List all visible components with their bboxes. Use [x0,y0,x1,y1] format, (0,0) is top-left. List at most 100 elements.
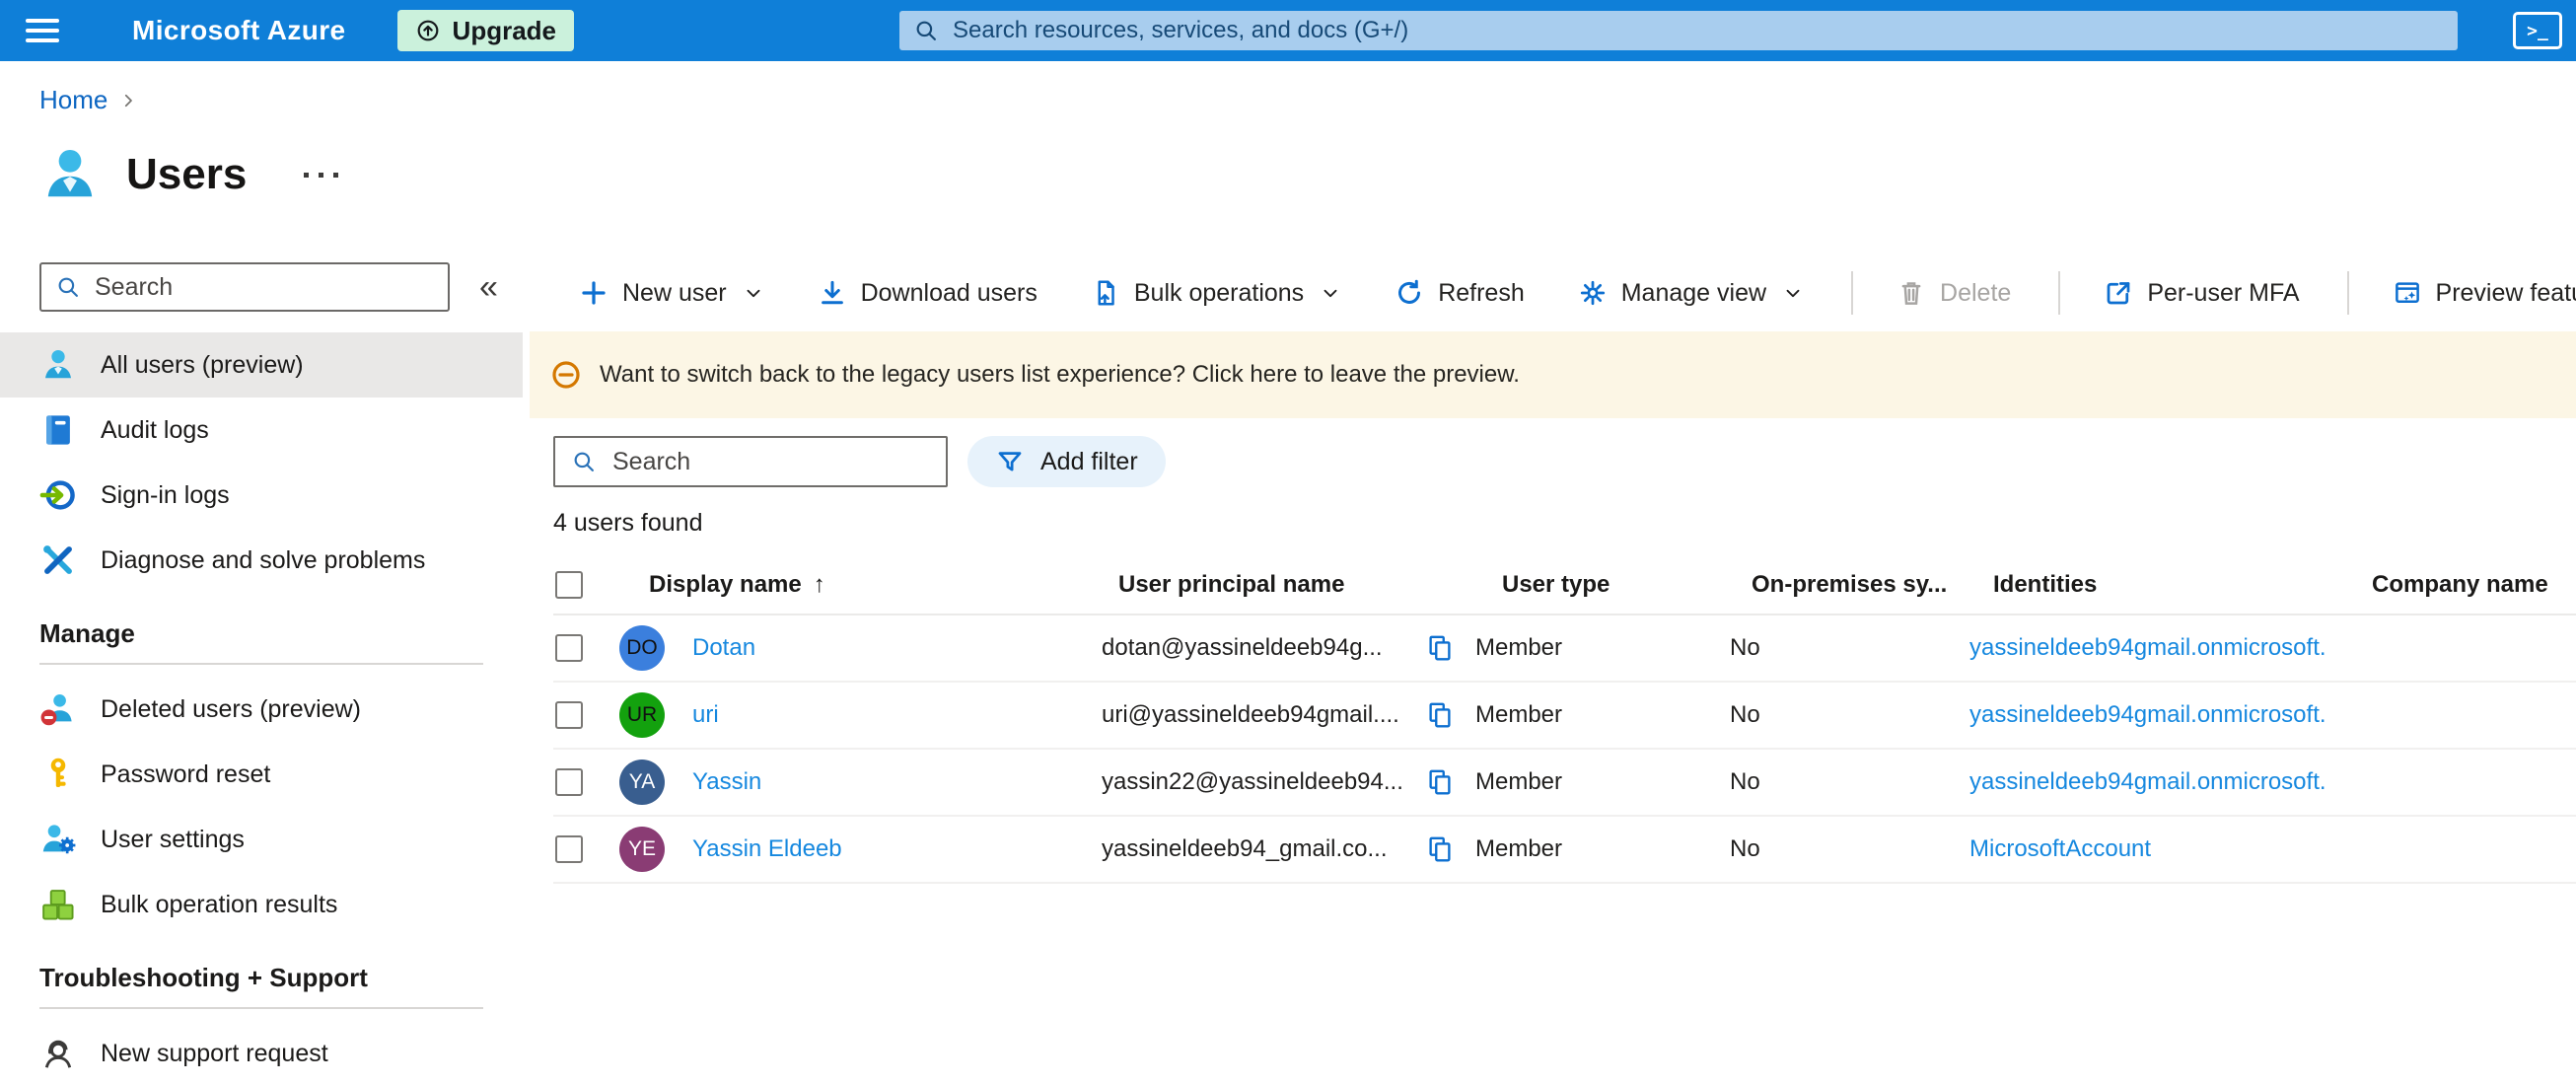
page-header: Users [39,144,344,205]
preview-features-button[interactable]: Preview features [2393,278,2576,308]
table-row[interactable]: UR uri uri@yassineldeeb94gmail.... Membe… [553,683,2576,750]
top-bar: Microsoft Azure Upgrade >_ [0,0,2576,61]
banner-message[interactable]: Want to switch back to the legacy users … [600,361,1520,389]
user-principal-name: yassineldeeb94_gmail.co... [1102,835,1388,862]
user-type: Member [1475,768,1563,795]
sidebar: « All users (preview) Audit logs Sign-in… [0,247,523,1085]
sidebar-item-label: Password reset [101,760,271,788]
table-row[interactable]: YA Yassin yassin22@yassineldeeb94... Mem… [553,750,2576,817]
sidebar-nav: All users (preview) Audit logs Sign-in l… [0,332,523,1085]
users-search-input[interactable] [610,446,930,477]
column-header-on-premises[interactable]: On-premises sy... [1722,571,1967,599]
column-header-user-type[interactable]: User type [1475,571,1722,599]
chevron-down-icon [743,282,764,304]
sidebar-item-password-reset[interactable]: Password reset [0,742,523,807]
table-row[interactable]: YE Yassin Eldeeb yassineldeeb94_gmail.co… [553,817,2576,884]
sidebar-item-label: New support request [101,1039,328,1067]
upgrade-arrow-icon [415,18,441,43]
support-headset-icon [39,1035,77,1072]
copy-icon[interactable] [1425,834,1455,864]
on-premises-sync: No [1730,634,1760,661]
hamburger-menu-icon[interactable] [26,13,61,48]
collapse-sidebar-icon[interactable]: « [479,270,498,304]
sidebar-item-deleted-users[interactable]: Deleted users (preview) [0,677,523,742]
global-search[interactable] [899,11,2458,50]
sidebar-search[interactable] [39,262,450,312]
column-header-display-name[interactable]: Display name ↑ [608,571,1097,599]
avatar: UR [619,692,665,738]
toolbar-divider [2058,271,2061,315]
results-count: 4 users found [553,509,703,537]
chevron-down-icon [1782,282,1804,304]
person-icon [39,346,77,384]
breadcrumb-home-link[interactable]: Home [39,85,107,115]
sidebar-item-sign-in-logs[interactable]: Sign-in logs [0,463,523,528]
person-gear-icon [39,821,77,858]
sidebar-search-input[interactable] [93,271,434,303]
filter-funnel-icon [995,447,1025,476]
user-name-link[interactable]: uri [692,701,719,729]
user-name-link[interactable]: Yassin [692,768,761,796]
cubes-icon [39,886,77,923]
delete-button[interactable]: Delete [1896,278,2011,308]
refresh-button[interactable]: Refresh [1395,278,1525,308]
key-icon [39,756,77,793]
per-user-mfa-button[interactable]: Per-user MFA [2104,278,2300,308]
table-header-row: Display name ↑ User principal name User … [553,556,2576,615]
row-checkbox[interactable] [555,768,583,796]
sign-in-icon [39,476,77,514]
global-search-input[interactable] [951,16,2444,45]
new-user-button[interactable]: New user [579,278,764,308]
sidebar-item-new-support-request[interactable]: New support request [0,1021,523,1085]
upgrade-label: Upgrade [452,15,557,45]
identities-link[interactable]: yassineldeeb94gmail.onmicrosoft. [1969,701,2326,728]
column-header-upn[interactable]: User principal name [1097,571,1475,599]
column-header-company-name[interactable]: Company name [2369,571,2576,599]
page-title: Users [126,150,248,198]
table-body: DO Dotan dotan@yassineldeeb94g... Member… [553,615,2576,884]
users-search[interactable] [553,436,948,487]
avatar: DO [619,625,665,671]
table-row[interactable]: DO Dotan dotan@yassineldeeb94g... Member… [553,615,2576,683]
sidebar-item-bulk-results[interactable]: Bulk operation results [0,872,523,937]
preview-window-icon [2393,278,2422,308]
manage-view-button[interactable]: Manage view [1578,278,1804,308]
sidebar-item-audit-logs[interactable]: Audit logs [0,398,523,463]
sidebar-item-diagnose[interactable]: Diagnose and solve problems [0,528,523,593]
column-header-identities[interactable]: Identities [1967,571,2369,599]
select-all-checkbox[interactable] [555,571,583,599]
cloud-shell-icon[interactable]: >_ [2513,12,2562,49]
azure-portal-users-page: Microsoft Azure Upgrade >_ Home [0,0,2576,1085]
more-menu-icon[interactable] [298,167,344,183]
identities-link[interactable]: yassineldeeb94gmail.onmicrosoft. [1969,634,2326,661]
identities-link[interactable]: yassineldeeb94gmail.onmicrosoft. [1969,768,2326,795]
sidebar-item-all-users[interactable]: All users (preview) [0,332,523,398]
download-users-button[interactable]: Download users [818,278,1038,308]
user-name-link[interactable]: Dotan [692,634,755,662]
preview-banner: Want to switch back to the legacy users … [530,331,2576,418]
copy-icon[interactable] [1425,700,1455,730]
gear-icon [1578,278,1608,308]
upgrade-button[interactable]: Upgrade [396,10,575,51]
brand-title[interactable]: Microsoft Azure [132,15,346,46]
identities-link[interactable]: MicrosoftAccount [1969,835,2151,862]
copy-icon[interactable] [1425,633,1455,663]
copy-icon[interactable] [1425,767,1455,797]
sidebar-section-troubleshooting: Troubleshooting + Support [39,963,483,1009]
row-checkbox[interactable] [555,634,583,662]
sidebar-item-user-settings[interactable]: User settings [0,807,523,872]
search-icon [55,274,81,300]
row-checkbox[interactable] [555,835,583,863]
user-principal-name: uri@yassineldeeb94gmail.... [1102,701,1399,728]
add-filter-button[interactable]: Add filter [967,436,1166,487]
row-checkbox[interactable] [555,701,583,729]
on-premises-sync: No [1730,701,1760,728]
tools-icon [39,542,77,579]
sidebar-item-label: All users (preview) [101,350,304,379]
avatar: YE [619,827,665,872]
document-arrow-icon [1091,278,1120,308]
filter-row: Add filter [553,436,2576,487]
bulk-operations-button[interactable]: Bulk operations [1091,278,1341,308]
sidebar-item-label: Audit logs [101,415,209,444]
user-name-link[interactable]: Yassin Eldeeb [692,835,842,863]
